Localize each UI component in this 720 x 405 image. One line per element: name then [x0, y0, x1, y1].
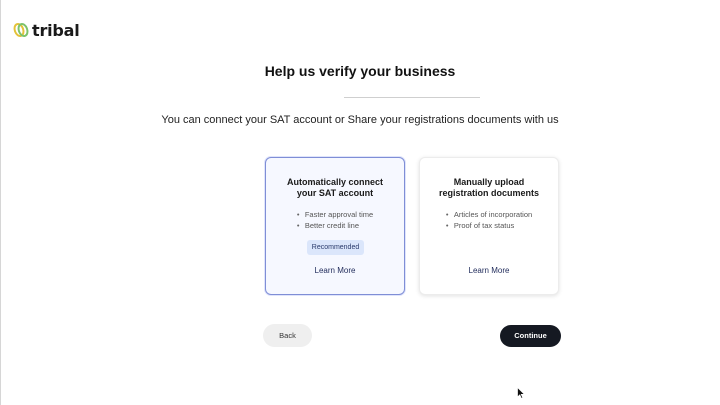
- card-title-line: Manually upload: [453, 177, 525, 187]
- option-card-manual-upload[interactable]: Manually upload registration documents A…: [419, 157, 559, 295]
- continue-button[interactable]: Continue: [500, 325, 561, 347]
- card-title-line: registration documents: [438, 188, 539, 198]
- title-divider: [344, 97, 480, 98]
- tribal-logo-icon: [13, 22, 29, 38]
- brand-logo[interactable]: tribal: [12, 20, 80, 40]
- card-title: Automatically connect your SAT account: [266, 177, 404, 199]
- card-title-line: Automatically connect: [286, 177, 384, 187]
- option-card-auto-connect[interactable]: Automatically connect your SAT account F…: [265, 157, 405, 295]
- card-benefits: Faster approval time Better credit line: [266, 210, 404, 231]
- brand-name: tribal: [32, 20, 80, 40]
- card-title: Manually upload registration documents: [420, 177, 558, 199]
- window-left-edge: [0, 0, 1, 405]
- mouse-pointer-icon: [517, 387, 525, 399]
- card-documents: Articles of incorporation Proof of tax s…: [420, 210, 558, 231]
- page-title: Help us verify your business: [264, 63, 456, 79]
- learn-more-link[interactable]: Learn More: [266, 266, 404, 275]
- card-title-line: your SAT account: [296, 188, 374, 198]
- list-item: Articles of incorporation: [446, 210, 532, 221]
- learn-more-link[interactable]: Learn More: [420, 266, 558, 275]
- list-item: Faster approval time: [297, 210, 373, 221]
- recommended-badge: Recommended: [307, 240, 364, 255]
- list-item: Better credit line: [297, 221, 373, 232]
- list-item: Proof of tax status: [446, 221, 532, 232]
- back-button[interactable]: Back: [263, 324, 312, 347]
- page-subtitle: You can connect your SAT account or Shar…: [161, 114, 559, 126]
